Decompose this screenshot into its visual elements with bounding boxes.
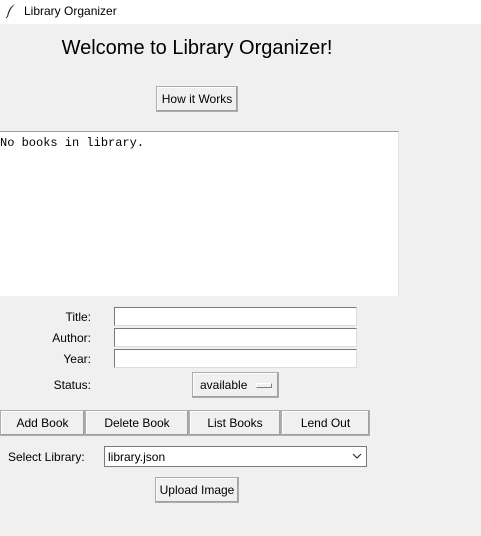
option-menu-indicator-icon — [256, 383, 272, 388]
chevron-down-icon — [352, 453, 362, 459]
author-input[interactable] — [114, 328, 357, 347]
library-select[interactable]: library.json — [104, 446, 367, 467]
feather-icon — [5, 4, 15, 19]
title-bar: Library Organizer — [0, 0, 481, 24]
page-title: Welcome to Library Organizer! — [61, 37, 333, 59]
status-dropdown[interactable]: available — [192, 372, 279, 398]
window-title: Library Organizer — [24, 4, 117, 18]
title-input[interactable] — [114, 307, 357, 326]
select-library-label: Select Library: — [8, 450, 85, 464]
year-label: Year: — [63, 352, 91, 366]
status-value: available — [200, 378, 248, 392]
list-books-button[interactable]: List Books — [189, 410, 281, 436]
upload-image-button[interactable]: Upload Image — [155, 477, 239, 503]
status-label: Status: — [53, 378, 91, 392]
add-book-button[interactable]: Add Book — [0, 410, 85, 436]
year-input[interactable] — [114, 349, 357, 368]
delete-book-button[interactable]: Delete Book — [85, 410, 189, 436]
library-display-text[interactable]: No books in library. — [0, 131, 399, 296]
library-select-value: library.json — [108, 450, 166, 464]
lend-out-button[interactable]: Lend Out — [281, 410, 370, 436]
title-label: Title: — [65, 310, 91, 324]
author-label: Author: — [52, 331, 91, 345]
how-it-works-button[interactable]: How it Works — [156, 86, 238, 112]
